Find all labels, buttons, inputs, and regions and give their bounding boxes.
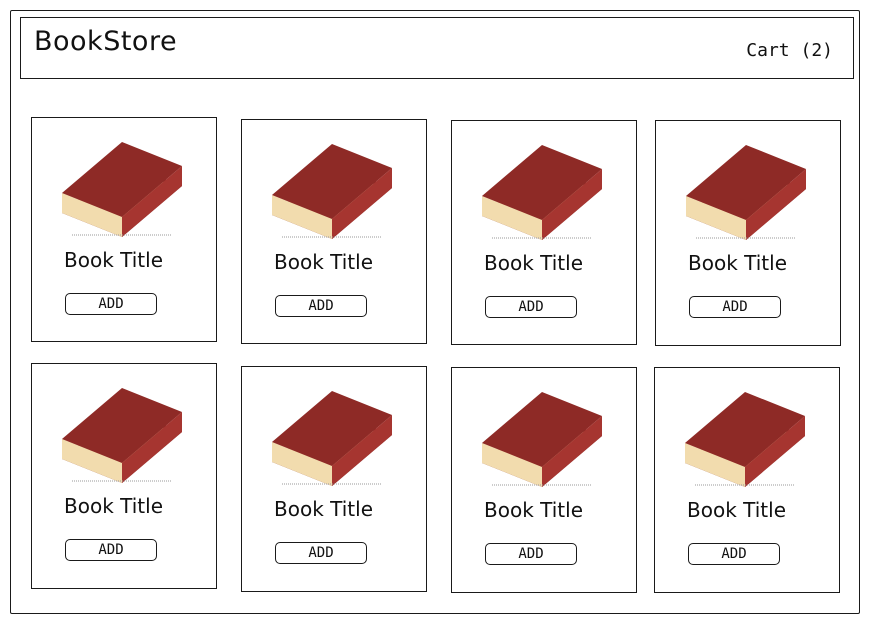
book-cover-image	[272, 144, 392, 239]
add-button[interactable]: ADD	[485, 296, 577, 318]
brand-title: BookStore	[34, 26, 178, 57]
book-cover-image	[482, 392, 602, 487]
book-title: Book Title	[687, 498, 786, 522]
book-title: Book Title	[688, 251, 787, 275]
book-cover-image	[686, 145, 806, 240]
add-button[interactable]: ADD	[485, 543, 577, 565]
add-button[interactable]: ADD	[275, 542, 367, 564]
book-cover-image	[62, 388, 182, 483]
book-card[interactable]: Book Title ADD	[655, 120, 841, 346]
book-cover-image	[482, 145, 602, 240]
book-title: Book Title	[484, 498, 583, 522]
book-title: Book Title	[274, 250, 373, 274]
book-card[interactable]: Book Title ADD	[451, 367, 637, 593]
book-title: Book Title	[274, 497, 373, 521]
book-cover-image	[685, 392, 805, 487]
book-card[interactable]: Book Title ADD	[241, 366, 427, 592]
header-bar: BookStore Cart (2)	[20, 17, 854, 79]
add-button[interactable]: ADD	[65, 293, 157, 315]
cart-link[interactable]: Cart (2)	[746, 40, 833, 61]
book-cover-image	[62, 142, 182, 237]
book-card[interactable]: Book Title ADD	[451, 120, 637, 345]
book-card[interactable]: Book Title ADD	[31, 363, 217, 589]
book-cover-image	[272, 391, 392, 486]
book-title: Book Title	[484, 251, 583, 275]
add-button[interactable]: ADD	[688, 543, 780, 565]
add-button[interactable]: ADD	[65, 539, 157, 561]
add-button[interactable]: ADD	[689, 296, 781, 318]
add-button[interactable]: ADD	[275, 295, 367, 317]
book-card[interactable]: Book Title ADD	[241, 119, 427, 344]
book-card[interactable]: Book Title ADD	[31, 117, 217, 342]
book-title: Book Title	[64, 494, 163, 518]
book-card[interactable]: Book Title ADD	[654, 367, 840, 593]
book-title: Book Title	[64, 248, 163, 272]
